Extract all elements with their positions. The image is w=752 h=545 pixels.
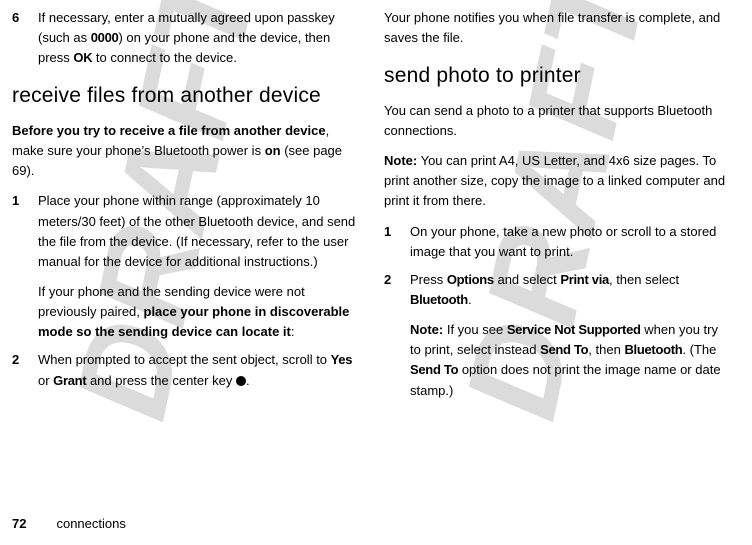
ok-key: OK (73, 50, 92, 65)
heading-receive-files: receive files from another device (12, 80, 360, 113)
page-footer: 72 connections (12, 516, 126, 531)
yes-option: Yes (331, 352, 353, 367)
text: . (468, 292, 472, 307)
step-body: On your phone, take a new photo or scrol… (410, 222, 732, 262)
step-sub: If your phone and the sending device wer… (38, 282, 360, 342)
send-to-option: Send To (540, 342, 588, 357)
text: If you see (443, 322, 507, 337)
note-label: Note: (410, 322, 443, 337)
options-key: Options (447, 272, 494, 287)
text: . (246, 373, 250, 388)
text: When prompted to accept the sent object,… (38, 352, 331, 367)
text: You can print A4, US Letter, and 4x6 siz… (384, 153, 725, 208)
center-key-icon (236, 376, 246, 386)
step-2: 2 When prompted to accept the sent objec… (12, 350, 360, 390)
step-1: 1 On your phone, take a new photo or scr… (384, 222, 732, 262)
text: to connect to the device. (92, 50, 237, 65)
step-body: Place your phone within range (approxima… (38, 191, 360, 342)
left-column: 6 If necessary, enter a mutually agreed … (12, 8, 360, 409)
paragraph: You can send a photo to a printer that s… (384, 101, 732, 141)
grant-option: Grant (53, 373, 86, 388)
heading-send-photo: send photo to printer (384, 60, 732, 93)
step-number: 1 (12, 191, 38, 342)
step-number: 2 (384, 270, 410, 401)
step-2: 2 Press Options and select Print via, th… (384, 270, 732, 401)
section-name: connections (56, 516, 125, 531)
step-1: 1 Place your phone within range (approxi… (12, 191, 360, 342)
service-not-supported: Service Not Supported (507, 322, 641, 337)
top-paragraph: Your phone notifies you when file transf… (384, 8, 732, 48)
text: and press the center key (86, 373, 236, 388)
step-number: 6 (12, 8, 38, 68)
note-paragraph: Note: You can print A4, US Letter, and 4… (384, 151, 732, 211)
text: . (The (682, 342, 716, 357)
step-body: When prompted to accept the sent object,… (38, 350, 360, 390)
bluetooth-option: Bluetooth (410, 292, 468, 307)
intro-bold: Before you try to receive a file from an… (12, 123, 326, 138)
note-label: Note: (384, 153, 417, 168)
print-via-option: Print via (560, 272, 609, 287)
step-number: 1 (384, 222, 410, 262)
intro-paragraph: Before you try to receive a file from an… (12, 121, 360, 181)
text: , then select (609, 272, 679, 287)
step-body: If necessary, enter a mutually agreed up… (38, 8, 360, 68)
text: or (38, 373, 53, 388)
text: Place your phone within range (approxima… (38, 193, 355, 268)
step-6: 6 If necessary, enter a mutually agreed … (12, 8, 360, 68)
step-note: Note: If you see Service Not Supported w… (410, 320, 732, 401)
page-number: 72 (12, 516, 26, 531)
step-number: 2 (12, 350, 38, 390)
text: : (291, 324, 295, 339)
bluetooth-option: Bluetooth (624, 342, 682, 357)
send-to-option: Send To (410, 362, 458, 377)
text: Press (410, 272, 447, 287)
right-column: Your phone notifies you when file transf… (384, 8, 732, 409)
text: and select (494, 272, 561, 287)
on-word: on (265, 143, 281, 158)
passkey-code: 0000 (91, 30, 119, 45)
content-columns: 6 If necessary, enter a mutually agreed … (12, 8, 740, 409)
step-body: Press Options and select Print via, then… (410, 270, 732, 401)
text: , then (588, 342, 624, 357)
